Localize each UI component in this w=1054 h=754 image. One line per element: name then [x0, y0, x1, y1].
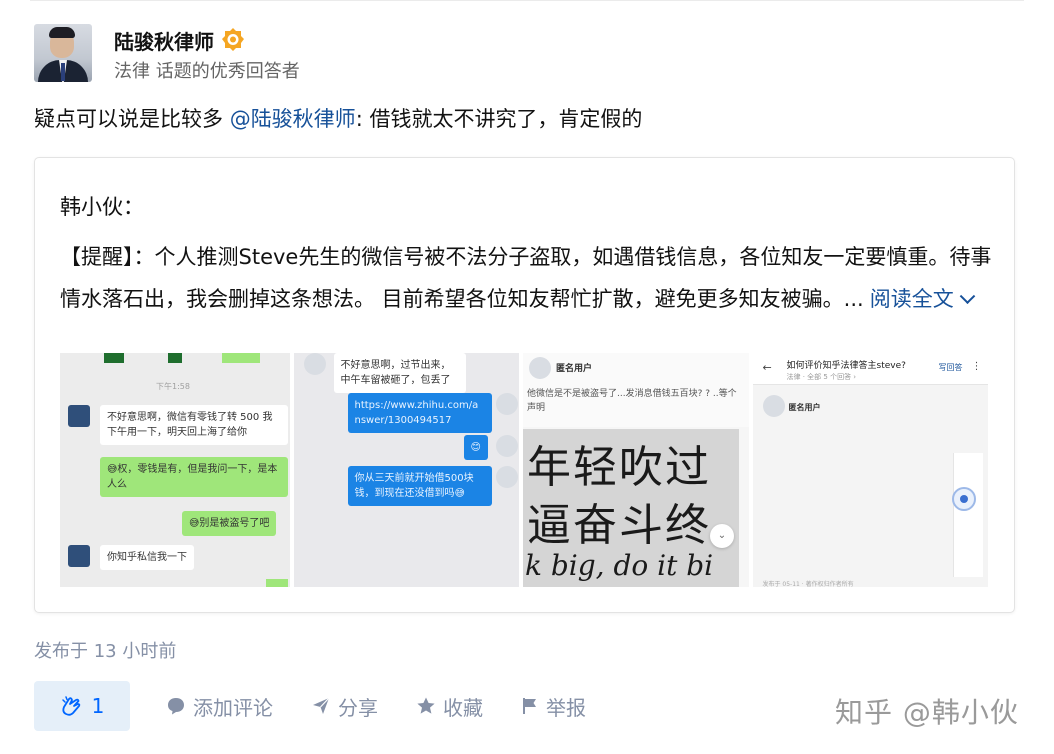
blurred-block [222, 353, 260, 363]
mention-link[interactable]: @陆骏秋律师 [230, 107, 356, 131]
screenshot-zhihu-question[interactable]: ← 如何评价知乎法律答主steve? 法律 · 全部 5 个回答 › 写回答 ⋮… [752, 353, 988, 587]
side-panel [952, 453, 983, 577]
anonymous-avatar [762, 395, 785, 417]
chat-link-message: https://www.zhihu.com/answer/1300494517 [347, 393, 492, 433]
calligraphy-line: 年轻吹过 [527, 442, 711, 493]
action-bar: 1 添加评论 分享 收藏 举报 [34, 681, 586, 731]
author-header: 陆骏秋律师 法律 话题的优秀回答者 [34, 24, 300, 82]
floating-action-icon [951, 487, 976, 511]
clap-icon [61, 696, 80, 716]
read-more-link[interactable]: 阅读全文 [869, 287, 975, 311]
favorite-label: 收藏 [443, 695, 483, 720]
back-arrow-icon: ← [762, 361, 772, 374]
chat-message: 😅权，零钱是有，但是我问一下，是本人么 [100, 457, 288, 497]
star-icon [417, 697, 435, 714]
chevron-down-icon [959, 288, 975, 305]
chevron-double-down-icon[interactable]: ⌄ [710, 524, 734, 548]
chat-avatar [68, 545, 90, 567]
anonymous-user-name: 匿名用户 [788, 403, 821, 412]
chat-message: 不好意思啊，过节出来，中午车留被砸了，包丢了 [333, 353, 466, 393]
read-more-label: 阅读全文 [869, 287, 954, 311]
share-label: 分享 [338, 695, 378, 720]
blurred-block [266, 579, 288, 587]
chat-message: 你知乎私信我一下 [100, 545, 194, 570]
like-count: 1 [91, 694, 105, 718]
author-description: 法律 话题的优秀回答者 [114, 61, 300, 82]
author-avatar[interactable] [34, 24, 92, 82]
author-info: 陆骏秋律师 法律 话题的优秀回答者 [114, 24, 300, 82]
chat-avatar [495, 435, 518, 457]
comment-bubble-icon [168, 698, 184, 715]
question-title: 如何评价知乎法律答主steve? [786, 361, 906, 371]
top-divider [30, 0, 1024, 1]
chat-timestamp: 下午1:58 [156, 382, 190, 391]
calligraphy-image: 年轻吹过 逼奋斗终 k big, do it bi [523, 429, 739, 587]
blurred-block [104, 353, 124, 363]
watermark: 知乎 @韩小伙 [835, 696, 1019, 729]
screenshot-anonymous-answer[interactable]: 匿名用户 他微信是不是被盗号了...发消息借钱五百块? ? ..等个声明 年轻吹… [523, 353, 749, 587]
comment-suffix: : 借钱就太不讲究了，肯定假的 [355, 107, 643, 131]
comment-button[interactable]: 添加评论 [166, 681, 273, 731]
chat-message: 你从三天前就开始借500块钱，到现在还没借到吗😅 [347, 466, 492, 506]
image-strip: 下午1:58 不好意思啊，微信有零钱了转 500 我下午用一下，明天回上海了给你… [60, 353, 988, 587]
more-vertical-icon: ⋮ [971, 361, 982, 372]
chat-avatar [68, 405, 90, 427]
chat-message: 😅别是被盗号了吧 [182, 511, 277, 536]
calligraphy-line: 逼奋斗终 [527, 500, 711, 551]
blurred-block [168, 353, 182, 363]
paper-plane-icon [313, 697, 330, 714]
screenshot-blue-chat[interactable]: 不好意思啊，过节出来，中午车留被砸了，包丢了 https://www.zhihu… [293, 353, 519, 587]
share-button[interactable]: 分享 [311, 681, 378, 731]
publish-time: 发布于 13 小时前 [34, 641, 177, 662]
chat-emoji-message: 😊 [463, 435, 488, 460]
calligraphy-line: k big, do it bi [525, 549, 714, 582]
verified-badge-icon [222, 28, 244, 51]
comment-text: 疑点可以说是比较多 @陆骏秋律师: 借钱就太不讲究了，肯定假的 [34, 103, 642, 133]
like-button[interactable]: 1 [34, 681, 130, 731]
quoted-post-text: 【提醒】：个人推测Steve先生的微信号被不法分子盗取，如遇借钱信息，各位知友一… [60, 236, 995, 320]
question-subtitle: 法律 · 全部 5 个回答 › [786, 373, 857, 381]
flag-icon [523, 698, 536, 714]
anonymous-avatar [529, 357, 551, 379]
quoted-post-body: 【提醒】：个人推测Steve先生的微信号被不法分子盗取，如遇借钱信息，各位知友一… [60, 245, 992, 311]
screenshot-wechat-chat[interactable]: 下午1:58 不好意思啊，微信有零钱了转 500 我下午用一下，明天回上海了给你… [60, 353, 290, 587]
answer-footer: 发布于 05-11 · 著作权归作者所有 [762, 581, 854, 587]
answer-text: 他微信是不是被盗号了...发消息借钱五百块? ? ..等个声明 [527, 389, 737, 413]
chat-avatar [495, 466, 518, 488]
report-label: 举报 [546, 695, 586, 720]
chat-message: 不好意思啊，微信有零钱了转 500 我下午用一下，明天回上海了给你 [100, 405, 288, 445]
quoted-post-card[interactable]: 韩小伙： 【提醒】：个人推测Steve先生的微信号被不法分子盗取，如遇借钱信息，… [34, 157, 1015, 613]
comment-label: 添加评论 [193, 695, 273, 720]
write-answer-button: 写回答 [938, 363, 963, 372]
anonymous-user-name: 匿名用户 [556, 364, 593, 374]
report-button[interactable]: 举报 [521, 681, 586, 731]
chat-avatar [303, 353, 326, 375]
quoted-post-author[interactable]: 韩小伙： [60, 191, 144, 221]
favorite-button[interactable]: 收藏 [416, 681, 483, 731]
author-name[interactable]: 陆骏秋律师 [114, 26, 214, 55]
comment-prefix: 疑点可以说是比较多 [34, 107, 230, 131]
chat-avatar [495, 393, 518, 415]
